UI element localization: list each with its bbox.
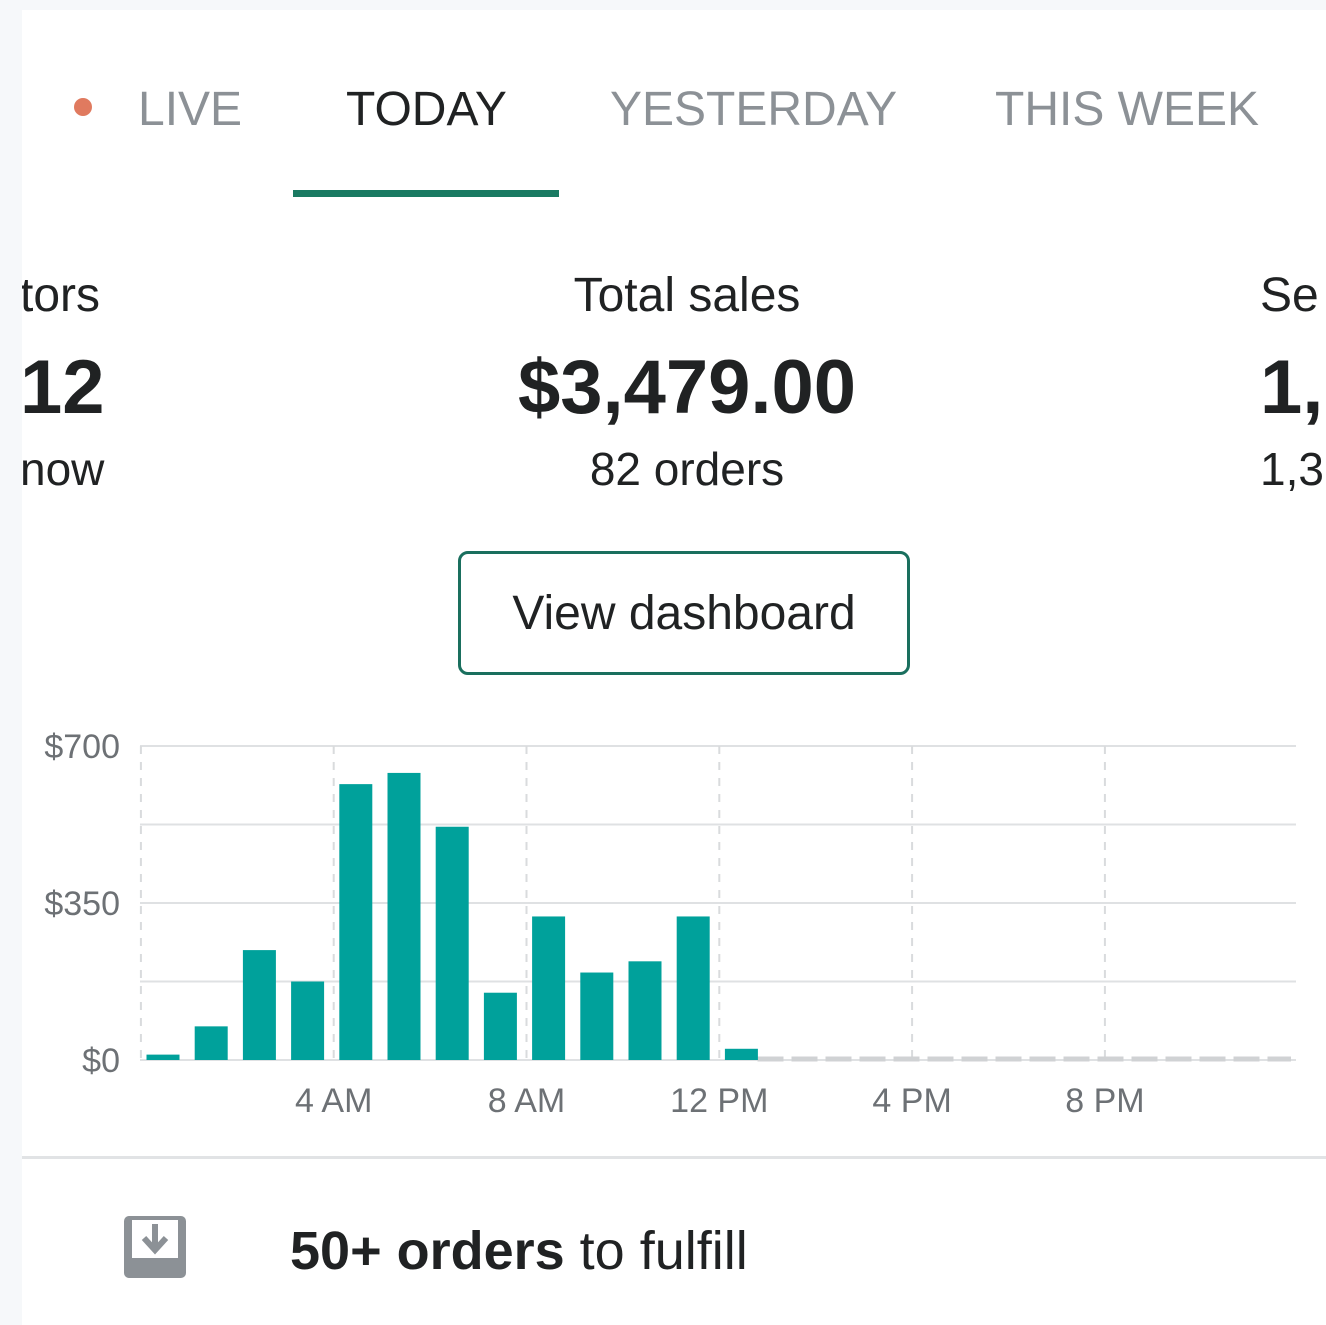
bar-hour-6: [435, 826, 469, 1060]
metric-value: $3,479.00: [517, 345, 857, 430]
live-indicator-icon: [74, 98, 92, 116]
inbox-download-icon: [124, 1216, 186, 1278]
x-tick-label: 8 AM: [488, 1082, 565, 1120]
bar-hour-3: [291, 981, 325, 1060]
tab-yesterday[interactable]: YESTERDAY: [610, 82, 897, 137]
metric-sessions: Se 1, 1,3: [1260, 268, 1324, 496]
metric-sub: now: [22, 443, 105, 495]
bar-hour-5: [387, 772, 421, 1060]
active-tab-underline: [293, 190, 559, 197]
bar-hour-8: [532, 916, 566, 1060]
period-tabs: LIVE TODAY YESTERDAY THIS WEEK: [22, 10, 1326, 210]
bar-hour-1: [194, 1026, 228, 1060]
bar-hour-4: [339, 784, 373, 1060]
sales-bar-chart: $700 $350 $0 4 AM 8 AM 12 PM 4 PM 8 PM: [44, 728, 1296, 1120]
metric-label: Se: [1260, 269, 1319, 322]
orders-to-fulfill-text: 50+ orders to fulfill: [290, 1220, 748, 1282]
metric-value: 1,: [1260, 345, 1324, 430]
tab-today[interactable]: TODAY: [346, 82, 507, 137]
metric-visitors: tors 12 now: [22, 268, 105, 496]
x-tick-label: 12 PM: [670, 1082, 768, 1120]
bar-hour-10: [628, 961, 662, 1060]
metric-label: Total sales: [573, 269, 801, 322]
metric-sub: 82 orders: [589, 443, 785, 495]
bar-hour-12: [724, 1048, 758, 1060]
bar-hour-7: [483, 992, 517, 1060]
home-card: LIVE TODAY YESTERDAY THIS WEEK tors 12 n…: [22, 10, 1326, 1325]
x-tick-label: 4 PM: [872, 1082, 951, 1120]
tab-this-week[interactable]: THIS WEEK: [995, 82, 1259, 137]
metric-sub: 1,3: [1260, 443, 1324, 495]
tab-live[interactable]: LIVE: [138, 82, 242, 137]
divider: [22, 1156, 1326, 1159]
orders-to-fulfill-row[interactable]: 50+ orders to fulfill: [22, 1160, 1326, 1325]
orders-suffix: to fulfill: [564, 1221, 748, 1281]
metric-total-sales: Total sales $3,479.00 82 orders: [452, 268, 922, 496]
y-tick-label: $350: [44, 885, 120, 923]
orders-count: 50+ orders: [290, 1221, 565, 1281]
y-tick-label: $700: [44, 728, 120, 766]
bar-hour-0: [146, 1054, 180, 1060]
x-tick-label: 4 AM: [295, 1082, 372, 1120]
bar-hour-2: [242, 950, 276, 1060]
x-tick-label: 8 PM: [1065, 1082, 1144, 1120]
bar-hour-11: [676, 916, 710, 1060]
metric-value: 12: [22, 345, 105, 430]
metric-label: tors: [22, 269, 101, 322]
y-tick-label: $0: [82, 1042, 120, 1080]
bar-hour-9: [580, 972, 614, 1060]
view-dashboard-button[interactable]: View dashboard: [458, 551, 910, 675]
